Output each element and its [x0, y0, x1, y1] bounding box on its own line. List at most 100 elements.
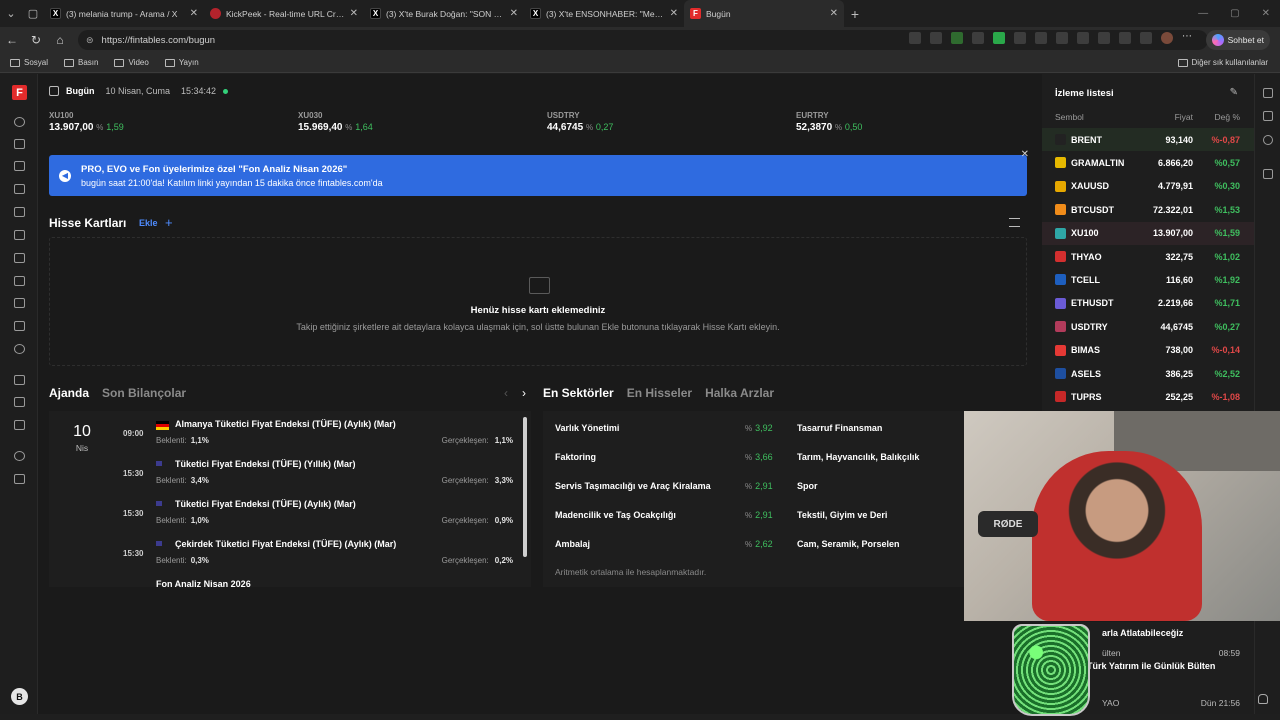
site-info-icon[interactable]: ⊜ — [86, 35, 94, 46]
new-tab-icon[interactable]: + — [844, 3, 866, 25]
sector-row[interactable]: Madencilik ve Taş Ocakçılığı% 2,91 Tekstil… — [543, 510, 965, 530]
chevron-left-icon[interactable]: ‹ — [504, 386, 508, 400]
briefcase-icon[interactable] — [14, 161, 25, 171]
tab-ipos[interactable]: Halka Arzlar — [705, 386, 774, 400]
close-tab-icon[interactable]: ✕ — [510, 8, 518, 19]
workspaces-icon[interactable]: ▢ — [22, 3, 44, 25]
list-icon[interactable] — [1263, 111, 1273, 121]
database-icon[interactable] — [14, 184, 25, 194]
video-icon[interactable] — [14, 375, 25, 385]
favorite-star-icon[interactable] — [930, 32, 942, 44]
watchlist-row[interactable]: BIMAS 738,00 %-0,14 — [1042, 339, 1254, 362]
sector-row[interactable]: Faktoring% 3,66 Tarım, Hayvancılık, Balıkç… — [543, 452, 965, 472]
list-icon[interactable] — [14, 207, 25, 217]
chevron-right-icon[interactable]: › — [522, 386, 526, 400]
extension-icon[interactable] — [951, 32, 963, 44]
tab-search-icon[interactable]: ⌄ — [0, 3, 22, 25]
calendar-icon[interactable] — [14, 139, 25, 149]
watchlist-row[interactable]: XAUUSD 4.779,91 %0,30 — [1042, 175, 1254, 198]
favorites-icon[interactable] — [1098, 32, 1110, 44]
bookmark-folder[interactable]: Video — [114, 58, 149, 67]
more-menu-icon[interactable]: ⋯ — [1182, 32, 1194, 44]
shield-icon[interactable] — [1119, 32, 1131, 44]
add-card-button[interactable]: Ekle — [139, 218, 158, 228]
user-avatar[interactable]: B — [11, 688, 28, 705]
watchlist-row[interactable]: BRENT 93,140 %-0,87 — [1042, 128, 1254, 151]
sector-row[interactable]: Servis Taşımacılığı ve Araç Kiralama% 2,9… — [543, 481, 965, 501]
extension-icon[interactable] — [993, 32, 1005, 44]
funds-icon[interactable] — [14, 253, 25, 263]
bookmark-folder[interactable]: Basın — [64, 58, 98, 67]
watchlist-row[interactable]: THYAO 322,75 %1,02 — [1042, 245, 1254, 268]
watchlist-row[interactable]: USDTRY 44,6745 %0,27 — [1042, 315, 1254, 338]
extensions-icon[interactable] — [1035, 32, 1047, 44]
sector-row[interactable]: Ambalaj% 2,62 Cam, Seramik, Porselen — [543, 539, 965, 559]
agenda-item[interactable]: 21:00Fon Analiz Nisan 2026 — [123, 579, 513, 587]
fintables-logo[interactable]: F — [12, 85, 27, 100]
browser-tab[interactable]: X (3) melania trump - Arama / X ✕ — [44, 0, 204, 27]
agenda-item[interactable]: 09:00 Almanya Tüketici Fiyat Endeksi (TÜF… — [123, 419, 513, 457]
close-tab-icon[interactable]: ✕ — [670, 8, 678, 19]
extension-icon[interactable] — [972, 32, 984, 44]
browser-tab[interactable]: F Bugün ✕ — [684, 0, 844, 27]
collections-icon[interactable] — [1140, 32, 1152, 44]
close-tab-icon[interactable]: ✕ — [350, 8, 358, 19]
ticker-usdtry[interactable]: USDTRY 44,6745 % 0,27 — [547, 111, 795, 133]
copilot-button[interactable]: Sohbet et — [1205, 30, 1270, 50]
panel-icon[interactable] — [1263, 88, 1273, 98]
tab-top-stocks[interactable]: En Hisseler — [627, 386, 692, 400]
edit-icon[interactable]: ✎ — [1230, 87, 1238, 98]
ticker-eurtry[interactable]: EURTRY 52,3870 % 0,50 — [796, 111, 1044, 133]
binoculars-icon[interactable] — [14, 230, 25, 240]
refresh-icon[interactable]: ↻ — [24, 33, 48, 47]
search-icon[interactable] — [14, 117, 25, 127]
watchlist-row[interactable]: TUPRS 252,25 %-1,08 — [1042, 385, 1254, 408]
split-screen-icon[interactable] — [1056, 32, 1068, 44]
watchlist-row[interactable]: XU100 13.907,00 %1,59 — [1042, 221, 1254, 245]
target-icon[interactable] — [14, 344, 25, 354]
translate-icon[interactable] — [1014, 32, 1026, 44]
close-tab-icon[interactable]: ✕ — [190, 8, 198, 19]
settings-icon[interactable] — [14, 451, 25, 461]
news-icon[interactable] — [14, 420, 25, 430]
ticker-xu030[interactable]: XU030 15.969,40 % 1,64 — [298, 111, 546, 133]
bookmark-folder[interactable]: Yayın — [164, 58, 199, 67]
read-aloud-icon[interactable] — [909, 32, 921, 44]
back-icon[interactable]: ← — [0, 33, 24, 47]
bell-icon[interactable] — [1258, 694, 1268, 704]
education-icon[interactable] — [14, 474, 25, 484]
browser-tab[interactable]: KickPeek - Real-time URL Crawler ✕ — [204, 0, 364, 27]
other-favorites[interactable]: Diğer sık kullanılanlar — [1177, 58, 1268, 67]
minimize-icon[interactable]: — — [1198, 8, 1208, 19]
browser-tab[interactable]: X (3) X'te Burak Doğan: "SON DAKİKA ✕ — [364, 0, 524, 27]
watchlist-row[interactable]: ETHUSDT 2.219,66 %1,71 — [1042, 292, 1254, 315]
scrollbar[interactable] — [523, 417, 527, 557]
document-icon[interactable] — [14, 397, 25, 407]
ticker-xu100[interactable]: XU100 13.907,00 % 1,59 — [49, 111, 297, 133]
cube-icon[interactable] — [14, 298, 25, 308]
close-tab-icon[interactable]: ✕ — [830, 8, 838, 19]
tab-earnings[interactable]: Son Bilançolar — [102, 386, 186, 400]
alarm-icon[interactable] — [1263, 135, 1273, 145]
close-window-icon[interactable]: ✕ — [1262, 8, 1270, 19]
agenda-item[interactable]: 15:30 Çekirdek Tüketici Fiyat Endeksi (TÜ… — [123, 539, 513, 577]
agenda-item[interactable]: 15:30 Tüketici Fiyat Endeksi (TÜFE) (Yıll… — [123, 459, 513, 497]
watchlist-row[interactable]: ASELS 386,25 %2,52 — [1042, 362, 1254, 385]
sector-row[interactable]: Varlık Yönetimi% 3,92 Tasarruf Finansman — [543, 423, 965, 443]
sliders-icon[interactable] — [1009, 218, 1020, 227]
profile-avatar-icon[interactable] — [1161, 32, 1173, 44]
bitcoin-icon[interactable] — [14, 276, 25, 286]
tab-top-sectors[interactable]: En Sektörler — [543, 386, 614, 400]
announcement-banner[interactable]: ◀ PRO, EVO ve Fon üyelerimize özel "Fon … — [49, 149, 1029, 196]
close-icon[interactable]: ✕ — [1021, 149, 1029, 160]
extension-icon[interactable] — [1077, 32, 1089, 44]
tab-agenda[interactable]: Ajanda — [49, 386, 89, 400]
watchlist-row[interactable]: GRAMALTIN 6.866,20 %0,57 — [1042, 151, 1254, 174]
people-icon[interactable] — [14, 321, 25, 331]
agenda-item[interactable]: 15:30 Tüketici Fiyat Endeksi (TÜFE) (Aylı… — [123, 499, 513, 537]
browser-tab[interactable]: X (3) X'te ENSONHABER: "Mehmet Ş ✕ — [524, 0, 684, 27]
watchlist-row[interactable]: BTCUSDT 72.322,01 %1,53 — [1042, 198, 1254, 221]
home-icon[interactable]: ⌂ — [48, 33, 72, 47]
watchlist-row[interactable]: TCELL 116,60 %1,92 — [1042, 268, 1254, 291]
chat-icon[interactable] — [1263, 169, 1273, 179]
